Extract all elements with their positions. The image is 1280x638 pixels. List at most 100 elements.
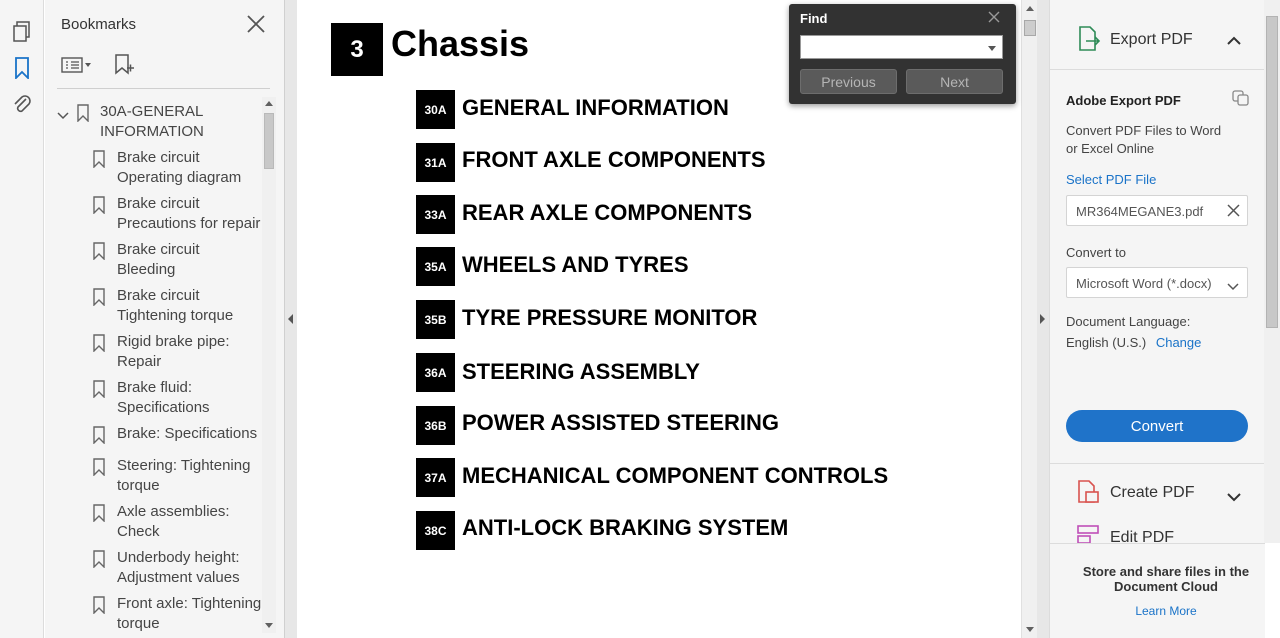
bookmark-label: Brake circuit Precautions for repair: [117, 195, 261, 232]
scroll-thumb[interactable]: [1266, 16, 1278, 328]
clear-file-icon[interactable]: [1227, 204, 1240, 217]
document-language-value: English (U.S.): [1066, 335, 1147, 350]
find-input[interactable]: [800, 35, 1003, 59]
attachment-icon[interactable]: [10, 92, 34, 116]
scroll-down-icon[interactable]: [265, 623, 273, 628]
chapter-title: Chassis: [391, 23, 530, 64]
tools-panel: Export PDF Adobe Export PDF Convert PDF …: [1049, 0, 1265, 638]
acrobat-window: Bookmarks 30A-GENERAL INFORMATION Brake …: [0, 0, 1280, 638]
select-pdf-file-link[interactable]: Select PDF File: [1066, 172, 1156, 187]
section-code: 36B: [416, 406, 455, 445]
chevron-down-icon[interactable]: [988, 46, 996, 51]
bookmark-label: Brake: Specifications: [117, 425, 258, 442]
bookmark-label: Axle assemblies: Check: [117, 503, 230, 540]
create-pdf-label: Create PDF: [1110, 484, 1195, 501]
section-name: ANTI-LOCK BRAKING SYSTEM: [462, 515, 789, 540]
left-toolbar: [0, 0, 44, 638]
left-panel-splitter[interactable]: [285, 0, 297, 638]
options-menu-icon[interactable]: [61, 52, 93, 78]
find-dialog: Find Previous Next: [789, 4, 1016, 104]
section-code: 35B: [416, 300, 455, 339]
learn-more-link[interactable]: Learn More: [1070, 604, 1262, 618]
export-description: Convert PDF Files to Word or Excel Onlin…: [1066, 123, 1222, 156]
bookmark-label: Brake circuit Operating diagram: [117, 149, 242, 186]
bookmark-label: Brake circuit Tightening torque: [117, 287, 234, 324]
bookmark-icon: [93, 504, 105, 523]
document-cloud-icon: [1232, 90, 1250, 106]
bookmark-icon: [93, 458, 105, 477]
divider: [57, 88, 270, 89]
right-panel-splitter[interactable]: [1037, 0, 1049, 638]
section-name: POWER ASSISTED STEERING: [462, 410, 780, 435]
convert-format-value: Microsoft Word (*.docx): [1076, 276, 1212, 291]
collapse-right-icon[interactable]: [1040, 314, 1045, 324]
bookmark-icon: [93, 242, 105, 261]
edit-pdf-label: Edit PDF: [1110, 529, 1175, 543]
section-code: 31A: [416, 143, 455, 182]
previous-button[interactable]: Previous: [800, 69, 897, 94]
tools-panel-scrollbar[interactable]: [1264, 0, 1280, 543]
chapter-number: 3: [331, 23, 383, 76]
bookmarks-title: Bookmarks: [61, 16, 137, 33]
bookmark-label: Rigid brake pipe: Repair: [117, 333, 230, 370]
document-language-row: English (U.S.) Change: [1066, 335, 1201, 350]
next-button[interactable]: Next: [906, 69, 1003, 94]
section-code: 36A: [416, 353, 455, 392]
section-name: STEERING ASSEMBLY: [462, 359, 700, 384]
export-pdf-icon: [1077, 26, 1101, 52]
bookmark-label: Brake circuit Bleeding: [117, 241, 200, 278]
bookmark-icon: [93, 550, 105, 569]
collapse-left-icon[interactable]: [288, 314, 293, 324]
section-code: 38C: [416, 511, 455, 550]
divider: [1050, 463, 1265, 464]
bookmark-icon: [93, 334, 105, 353]
bookmark-label: Front axle: Tightening torque: [117, 595, 261, 632]
convert-to-label: Convert to: [1066, 245, 1126, 260]
document-scrollbar[interactable]: [1021, 0, 1037, 638]
bookmark-icon: [93, 596, 105, 615]
create-pdf-tool[interactable]: Create PDF: [1050, 480, 1265, 520]
find-title: Find: [800, 11, 828, 26]
section-code: 30A: [416, 90, 455, 129]
bookmark-icon: [77, 104, 89, 123]
bookmarks-panel: Bookmarks 30A-GENERAL INFORMATION Brake …: [45, 0, 285, 638]
export-pdf-header[interactable]: Export PDF: [1050, 0, 1265, 70]
section-name: FRONT AXLE COMPONENTS: [462, 147, 766, 172]
close-icon[interactable]: [987, 10, 1001, 24]
change-language-link[interactable]: Change: [1156, 335, 1202, 350]
section-name: REAR AXLE COMPONENTS: [462, 200, 753, 225]
bookmark-icon: [93, 196, 105, 215]
bookmark-icon: [93, 288, 105, 307]
add-bookmark-icon[interactable]: [113, 52, 135, 78]
edit-pdf-tool[interactable]: Edit PDF: [1050, 525, 1265, 543]
chevron-down-icon[interactable]: [57, 107, 69, 120]
bookmark-list: 30A-GENERAL INFORMATION Brake circuit Op…: [45, 96, 261, 638]
store-share-text: Store and share files in the Document Cl…: [1082, 564, 1250, 594]
scroll-up-icon[interactable]: [265, 101, 273, 106]
close-icon[interactable]: [245, 13, 267, 35]
section-code: 33A: [416, 195, 455, 234]
bookmark-icon: [93, 150, 105, 169]
scroll-down-icon[interactable]: [1026, 627, 1034, 632]
bookmark-label: 30A-GENERAL INFORMATION: [100, 103, 204, 140]
scroll-thumb[interactable]: [264, 113, 274, 169]
scroll-up-icon[interactable]: [1026, 6, 1034, 11]
scroll-thumb[interactable]: [1024, 20, 1036, 36]
selected-file-field[interactable]: MR364MEGANE3.pdf: [1066, 195, 1248, 226]
chevron-down-icon: [1227, 279, 1239, 291]
document-language-label: Document Language:: [1066, 314, 1191, 329]
section-name: MECHANICAL COMPONENT CONTROLS: [462, 463, 889, 488]
chevron-down-icon[interactable]: [1227, 489, 1241, 502]
document-cloud-promo: Store and share files in the Document Cl…: [1050, 543, 1265, 638]
section-name: WHEELS AND TYRES: [462, 252, 689, 277]
chevron-up-icon[interactable]: [1227, 33, 1241, 45]
bookmark-icon[interactable]: [10, 56, 34, 80]
page-thumbnails-icon[interactable]: [10, 20, 34, 44]
convert-button[interactable]: Convert: [1066, 410, 1248, 442]
section-code: 37A: [416, 458, 455, 497]
convert-format-select[interactable]: Microsoft Word (*.docx): [1066, 267, 1248, 298]
bookmark-label: Brake fluid: Specifications: [117, 379, 210, 416]
section-name: GENERAL INFORMATION: [462, 95, 729, 120]
bookmarks-scrollbar[interactable]: [262, 97, 276, 633]
section-code: 35A: [416, 247, 455, 286]
